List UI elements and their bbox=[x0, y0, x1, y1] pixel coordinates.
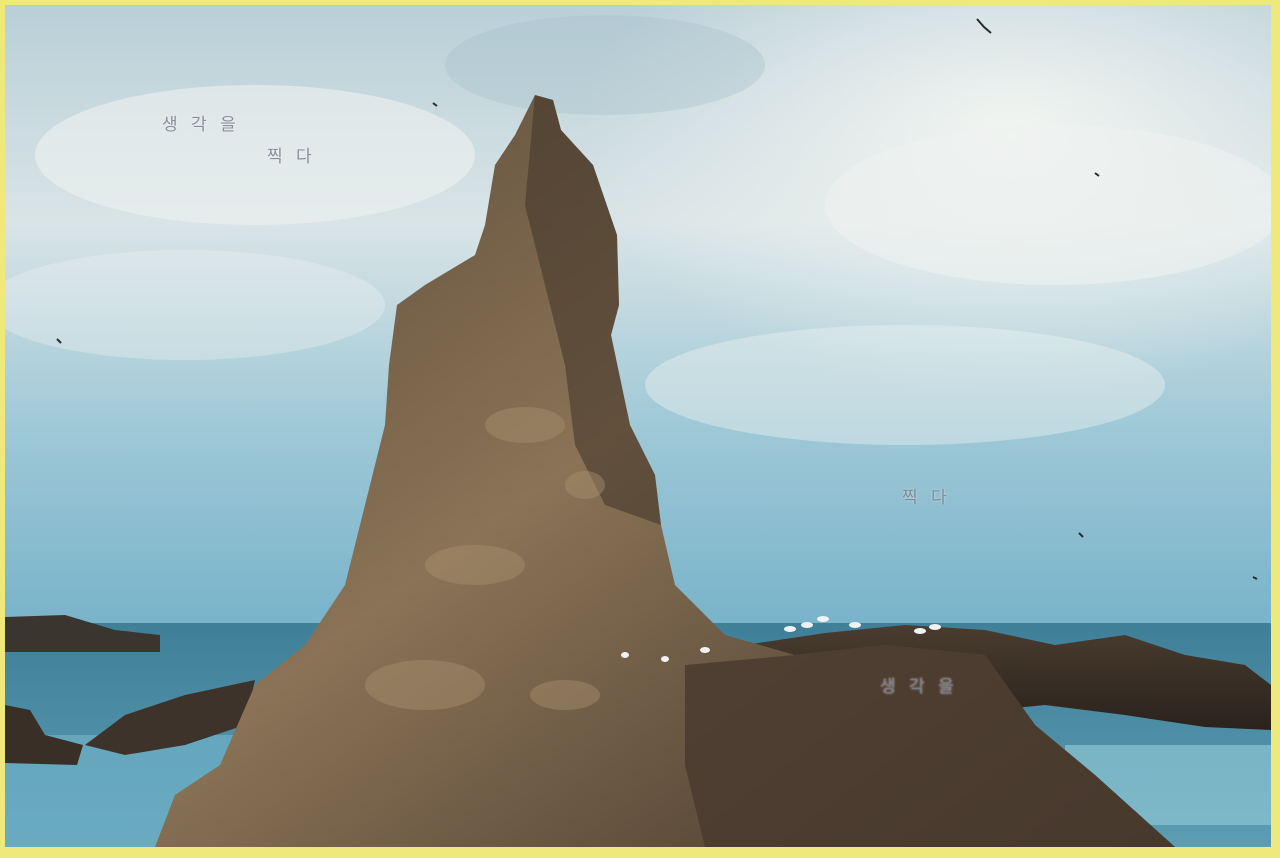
watermark-1: 생 각 을 bbox=[162, 115, 240, 135]
watermark-2: 찍 다 bbox=[267, 147, 316, 167]
watermark-4: 생 각 을 bbox=[880, 677, 958, 697]
watermark-3: 찍 다 bbox=[902, 488, 951, 508]
